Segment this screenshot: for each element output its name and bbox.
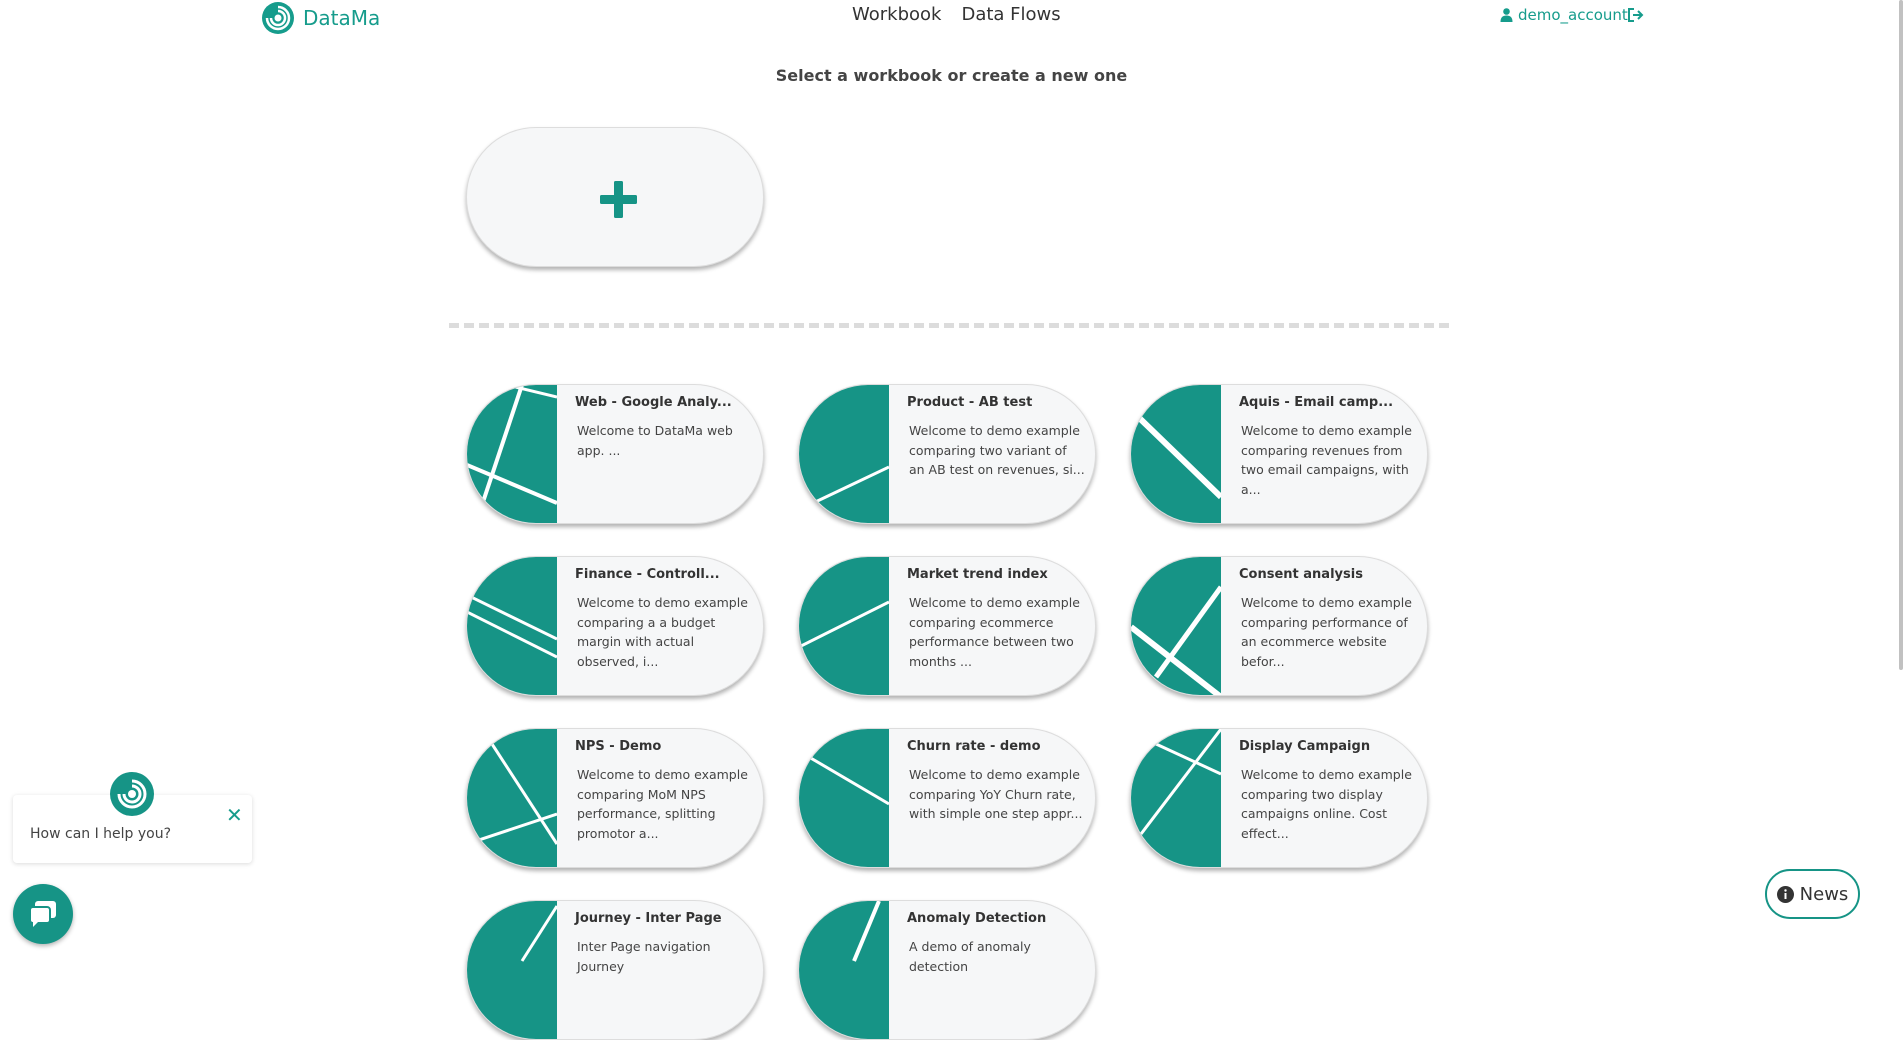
nav-data-flows[interactable]: Data Flows — [961, 4, 1060, 25]
chat-prompt-text: How can I help you? — [30, 826, 172, 842]
workbook-card[interactable]: Display Campaign Welcome to demo example… — [1130, 728, 1428, 868]
user-icon — [1500, 8, 1513, 22]
news-label: News — [1799, 883, 1849, 905]
scrollbar[interactable] — [1899, 0, 1903, 670]
workbook-title: Anomaly Detection — [907, 911, 1047, 926]
workbook-description: A demo of anomaly detection — [909, 939, 1031, 974]
datama-logo-icon — [262, 2, 294, 34]
workbook-thumbnail — [1131, 729, 1221, 867]
brand-logo[interactable]: DataMa — [261, 1, 380, 35]
workbook-card[interactable]: Churn rate - demo Welcome to demo exampl… — [798, 728, 1096, 868]
workbook-card[interactable]: Aquis - Email camp... Welcome to demo ex… — [1130, 384, 1428, 524]
workbook-description: Welcome to demo example comparing ecomme… — [909, 595, 1080, 669]
logout-icon[interactable] — [1627, 7, 1645, 23]
workbook-description: Welcome to demo example comparing revenu… — [1241, 423, 1412, 497]
workbook-card[interactable]: Anomaly Detection A demo of anomaly dete… — [798, 900, 1096, 1040]
workbook-description: Welcome to demo example comparing MoM NP… — [577, 767, 748, 841]
workbook-description: Welcome to demo example comparing two di… — [1241, 767, 1412, 841]
plus-icon — [600, 181, 637, 218]
page-subtitle: Select a workbook or create a new one — [775, 66, 1128, 85]
workbook-card[interactable]: Market trend index Welcome to demo examp… — [798, 556, 1096, 696]
workbook-description: Inter Page navigation Journey — [577, 939, 711, 974]
news-button[interactable]: News — [1765, 869, 1860, 919]
workbook-thumbnail — [1131, 557, 1221, 695]
workbook-title: Journey - Inter Page — [575, 911, 722, 926]
section-divider — [449, 323, 1449, 328]
workbook-description: Welcome to DataMa web app. ... — [577, 423, 733, 458]
workbook-thumbnail — [799, 729, 889, 867]
workbook-card[interactable]: Product - AB test Welcome to demo exampl… — [798, 384, 1096, 524]
chat-launcher-button[interactable] — [13, 884, 73, 944]
close-icon[interactable]: ✕ — [226, 805, 243, 825]
workbook-thumbnail — [799, 901, 889, 1039]
workbook-thumbnail — [467, 557, 557, 695]
chat-icon — [29, 901, 56, 927]
workbook-title: Product - AB test — [907, 395, 1033, 410]
chat-avatar-icon — [110, 772, 154, 816]
workbook-title: Aquis - Email camp... — [1239, 395, 1394, 410]
workbook-thumbnail — [799, 557, 889, 695]
workbook-description: Welcome to demo example comparing YoY Ch… — [909, 767, 1083, 821]
top-navbar: DataMa Workbook Data Flows demo_account — [0, 0, 1903, 40]
username: demo_account — [1518, 6, 1628, 24]
workbook-title: Churn rate - demo — [907, 739, 1041, 754]
workbook-card[interactable]: Consent analysis Welcome to demo example… — [1130, 556, 1428, 696]
workbook-card[interactable]: Web - Google Analy... Welcome to DataMa … — [466, 384, 764, 524]
workbook-thumbnail — [799, 385, 889, 523]
brand-name: DataMa — [303, 6, 381, 30]
workbook-title: Market trend index — [907, 567, 1048, 582]
workbook-thumbnail — [1131, 385, 1221, 523]
workbook-card[interactable]: Finance - Controll... Welcome to demo ex… — [466, 556, 764, 696]
workbook-description: Welcome to demo example comparing perfor… — [1241, 595, 1412, 669]
workbook-title: Consent analysis — [1239, 567, 1363, 582]
workbook-description: Welcome to demo example comparing a a bu… — [577, 595, 748, 669]
main-nav: Workbook Data Flows — [852, 4, 1061, 25]
workbook-title: Display Campaign — [1239, 739, 1371, 754]
workbook-title: Finance - Controll... — [575, 567, 720, 582]
info-icon — [1776, 885, 1794, 903]
workbook-thumbnail — [467, 901, 557, 1039]
workbook-card[interactable]: NPS - Demo Welcome to demo example compa… — [466, 728, 764, 868]
workbook-thumbnail — [467, 385, 557, 523]
workbook-title: Web - Google Analy... — [575, 395, 732, 410]
workbook-thumbnail — [467, 729, 557, 867]
nav-workbook[interactable]: Workbook — [852, 4, 941, 25]
workbook-title: NPS - Demo — [575, 739, 662, 754]
workbook-description: Welcome to demo example comparing two va… — [909, 423, 1085, 477]
user-account[interactable]: demo_account — [1500, 6, 1628, 24]
workbook-card[interactable]: Journey - Inter Page Inter Page navigati… — [466, 900, 764, 1040]
